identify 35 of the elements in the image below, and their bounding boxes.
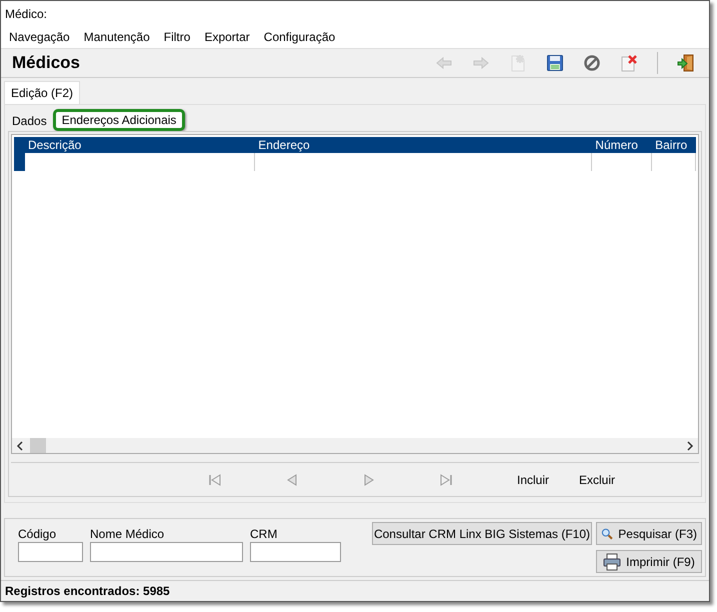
tab[interactable]: Edição (F2) xyxy=(4,81,80,104)
field-label: Nome Médico xyxy=(90,527,166,541)
input-field[interactable] xyxy=(18,542,83,562)
tab[interactable]: Dados xyxy=(8,111,51,131)
input-field[interactable] xyxy=(250,542,341,562)
search-button[interactable]: Pesquisar (F3) xyxy=(596,522,702,545)
column-header[interactable]: Descrição xyxy=(24,137,256,153)
navigator-button[interactable]: Incluir xyxy=(517,472,579,486)
input-field[interactable] xyxy=(90,542,243,562)
delete-icon[interactable] xyxy=(620,54,638,72)
print-button[interactable]: Imprimir (F9) xyxy=(596,550,702,573)
column-header[interactable]: Bairro xyxy=(652,137,696,153)
navigator-button[interactable]: Excluir xyxy=(579,472,641,486)
field-label: CRM xyxy=(250,527,278,541)
menu-item[interactable]: Configuração xyxy=(264,30,336,44)
menu-item[interactable]: Manutenção xyxy=(84,30,150,44)
page-title: Médicos xyxy=(12,53,80,73)
horizontal-scrollbar[interactable] xyxy=(12,438,698,453)
scroll-left-icon xyxy=(16,440,24,450)
window-title: Médico: xyxy=(1,1,709,25)
menu-item[interactable]: Exportar xyxy=(204,30,250,44)
scroll-thumb[interactable] xyxy=(30,438,46,453)
save-icon[interactable] xyxy=(546,54,564,72)
printer-icon xyxy=(603,552,622,570)
menu-item[interactable]: Navegação xyxy=(9,30,70,44)
scroll-right-icon xyxy=(686,440,694,450)
column-header[interactable]: Número xyxy=(592,137,652,153)
cancel-icon[interactable] xyxy=(583,54,601,72)
exit-door-icon[interactable] xyxy=(677,54,695,72)
tab[interactable]: Endereços Adicionais xyxy=(52,109,186,131)
field-label: Código xyxy=(18,527,58,541)
status-bar: Registros encontrados: 5985 xyxy=(1,580,709,601)
menu-item[interactable]: Filtro xyxy=(164,30,190,44)
query-button[interactable]: Consultar CRM Linx BIG Sistemas (F10) xyxy=(372,522,592,545)
column-header[interactable]: Endereço xyxy=(255,137,592,153)
